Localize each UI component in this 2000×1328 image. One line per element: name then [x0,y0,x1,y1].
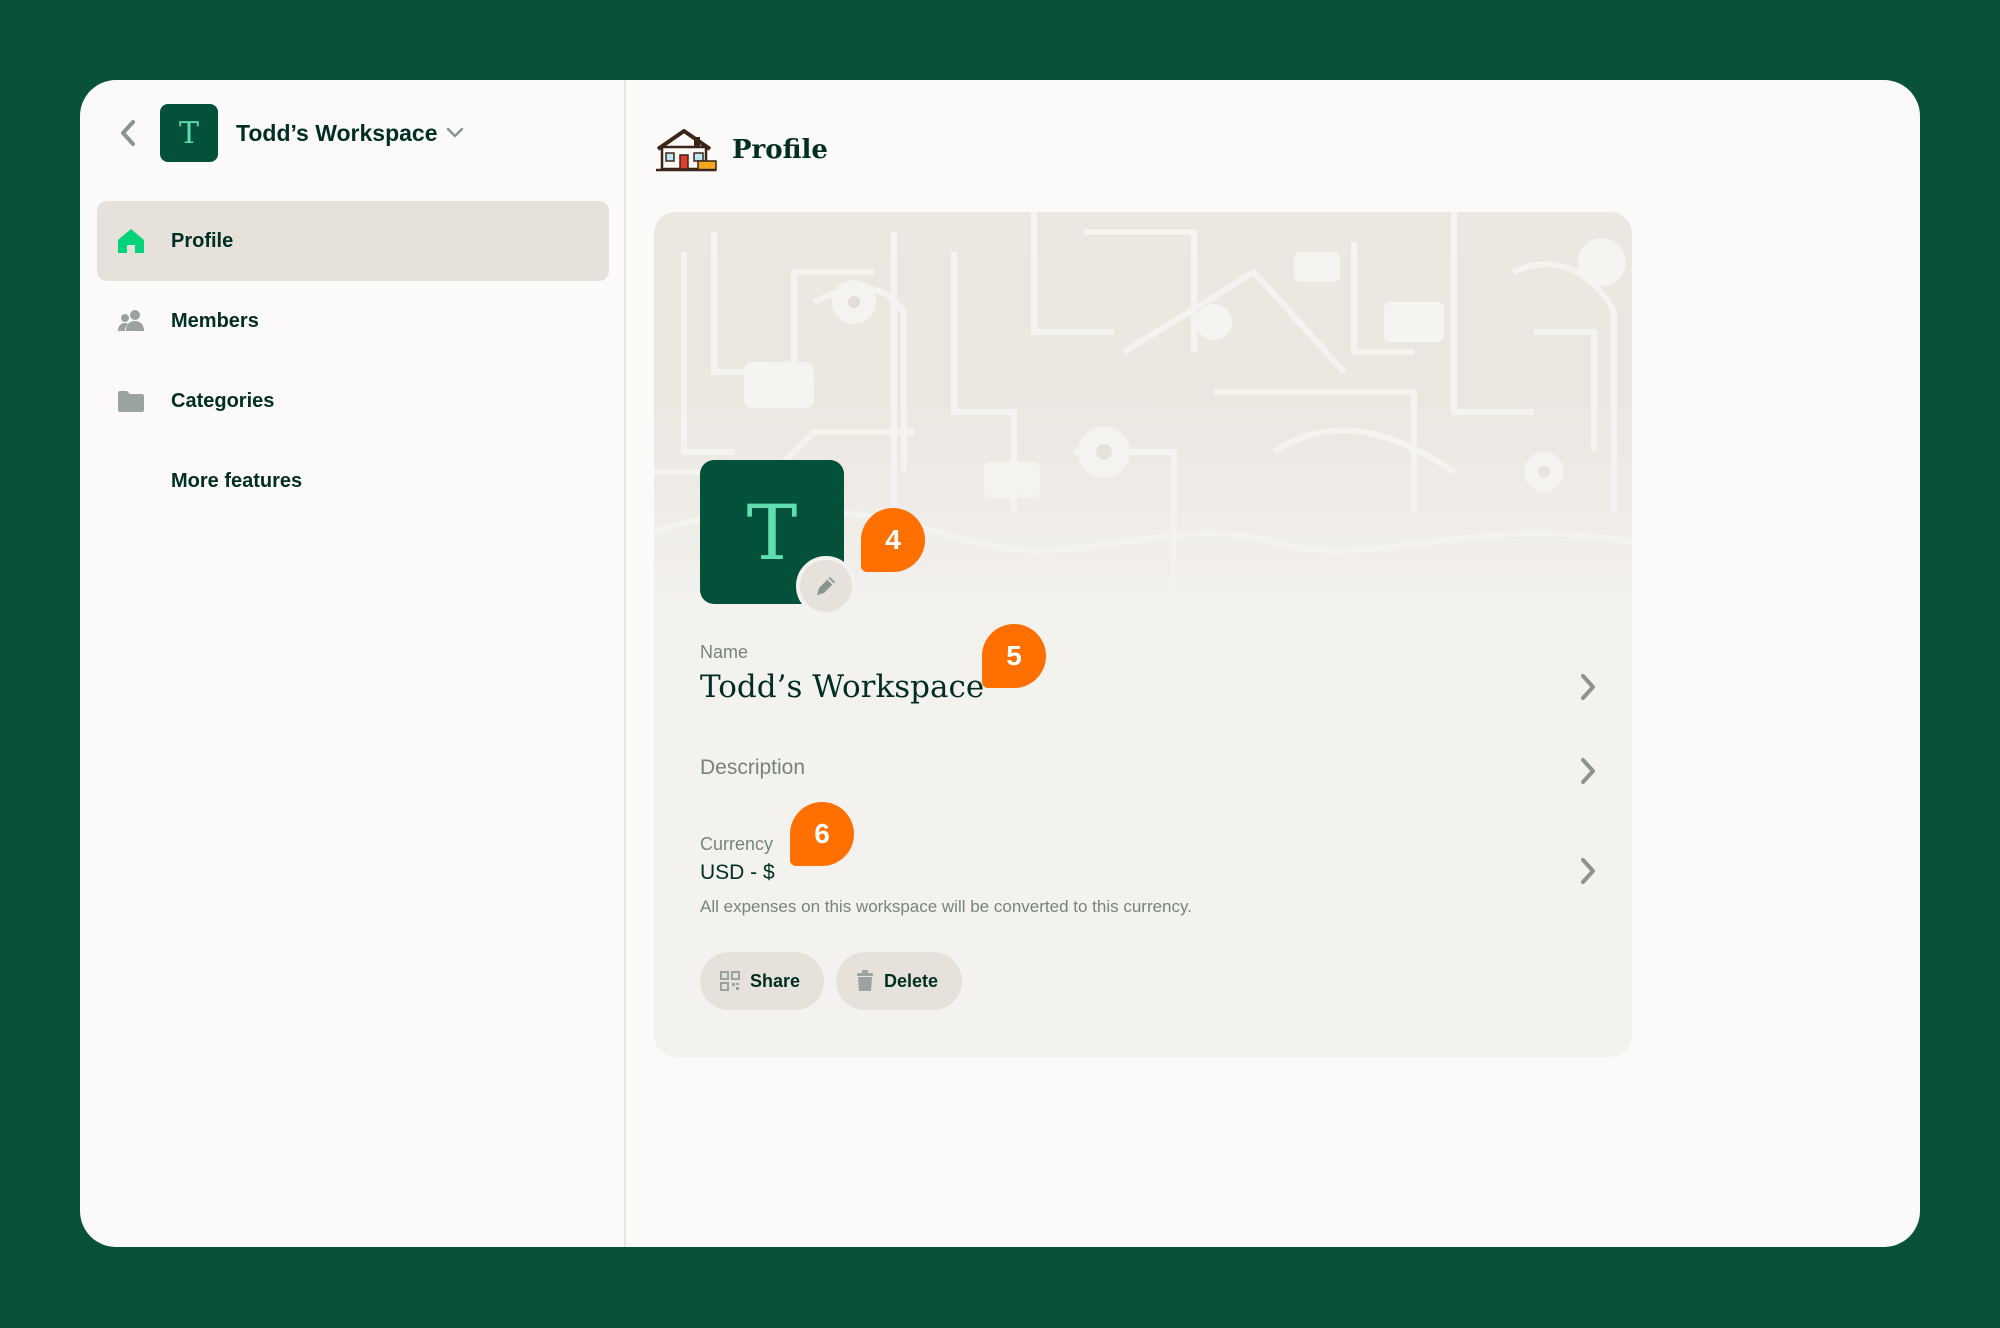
delete-button[interactable]: Delete [836,952,963,1010]
profile-card: T 4 Name Todd’s Workspace 5 Description [654,212,1632,1057]
qr-code-icon [720,971,740,991]
workspace-header: T Todd’s Workspace [110,104,464,162]
sidebar-item-label: Profile [171,229,234,252]
pencil-icon [817,577,835,595]
house-illustration-icon [656,129,717,172]
back-button[interactable] [110,104,146,162]
annotation-marker-5: 5 [982,624,1046,688]
chevron-right-icon [1576,672,1600,702]
sidebar-item-label: Members [171,309,259,332]
sidebar-item-categories[interactable]: Categories [97,361,609,441]
folder-icon [115,385,147,417]
chevron-right-icon [1576,756,1600,786]
app-window: T Todd’s Workspace Profile Members Categ… [80,80,1920,1247]
workspace-switcher-button[interactable] [446,127,464,139]
currency-value: USD - $ [700,861,775,884]
share-button[interactable]: Share [700,952,825,1010]
page-title: Profile [732,135,828,165]
sidebar-item-profile[interactable]: Profile [97,201,609,281]
chevron-left-icon [121,120,135,146]
sidebar-item-members[interactable]: Members [97,281,609,361]
sidebar-item-label: Categories [171,389,275,412]
page-header: Profile [654,120,828,180]
main-content: Profile T 4 Name Todd’s Workspace 5 Desc… [626,80,1920,1247]
trash-icon [856,970,874,992]
currency-hint: All expenses on this workspace will be c… [700,897,1192,916]
members-icon [115,305,147,337]
name-label: Name [700,642,749,662]
profile-actions: Share Delete [700,952,963,1010]
chevron-down-icon [446,127,463,138]
name-row[interactable]: Name Todd’s Workspace [700,642,1600,714]
workspace-name[interactable]: Todd’s Workspace [236,120,438,147]
sidebar-item-more-features[interactable]: More features [97,441,609,521]
workspace-avatar[interactable]: T [160,104,218,162]
sidebar: T Todd’s Workspace Profile Members Categ… [80,80,626,1247]
annotation-marker-4: 4 [861,508,925,572]
sidebar-item-label: More features [171,469,303,492]
delete-label: Delete [884,970,939,991]
home-icon [115,225,147,257]
edit-avatar-button[interactable] [796,556,856,616]
annotation-marker-6: 6 [790,802,854,866]
description-label: Description [700,756,806,779]
sidebar-nav: Profile Members Categories More features [97,201,609,521]
name-value: Todd’s Workspace [700,669,985,705]
share-label: Share [750,970,801,991]
chevron-right-icon [1576,856,1600,886]
description-row[interactable]: Description [700,756,1600,796]
